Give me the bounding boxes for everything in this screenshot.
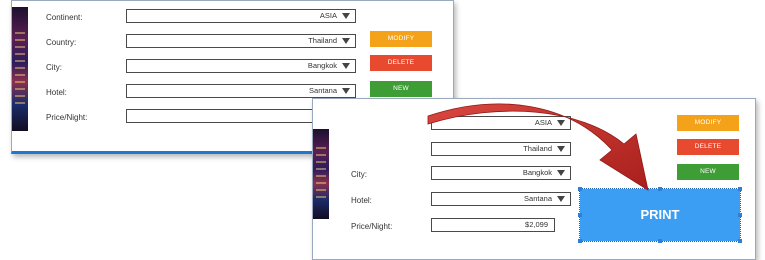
city-value: Bangkok — [307, 61, 337, 70]
continent-label: Continent: — [46, 13, 83, 22]
chevron-down-icon — [557, 120, 565, 126]
delete-button[interactable]: DELETE — [370, 55, 432, 71]
hotel-value: Santana — [309, 86, 337, 95]
country-dropdown[interactable]: Thailand — [431, 142, 571, 156]
new-button[interactable]: NEW — [370, 81, 432, 97]
chevron-down-icon — [557, 146, 565, 152]
city-label: City: — [351, 170, 367, 179]
city-image — [12, 7, 28, 131]
hotel-label: Hotel: — [46, 88, 67, 97]
continent-value: ASIA — [534, 118, 552, 127]
city-dropdown[interactable]: Bangkok — [126, 59, 356, 73]
price-night-label: Price/Night: — [351, 222, 393, 231]
hotel-value: Santana — [524, 194, 552, 203]
modify-button[interactable]: MODIFY — [370, 31, 432, 47]
chevron-down-icon — [342, 13, 350, 19]
price-field[interactable]: $2,099 — [431, 218, 555, 232]
new-button[interactable]: NEW — [677, 164, 739, 180]
country-value: Thailand — [523, 144, 552, 153]
country-dropdown[interactable]: Thailand — [126, 34, 356, 48]
hotel-dropdown[interactable]: Santana — [431, 192, 571, 206]
chevron-down-icon — [342, 88, 350, 94]
chevron-down-icon — [557, 170, 565, 176]
continent-dropdown[interactable]: ASIA — [126, 9, 356, 23]
chevron-down-icon — [342, 38, 350, 44]
continent-value: ASIA — [319, 11, 337, 20]
country-label: Country: — [46, 38, 77, 47]
resize-handle[interactable] — [738, 213, 742, 217]
continent-dropdown[interactable]: ASIA — [431, 116, 571, 130]
resize-handle[interactable] — [658, 239, 662, 243]
country-value: Thailand — [308, 36, 337, 45]
resize-handle[interactable] — [658, 187, 662, 191]
city-value: Bangkok — [522, 168, 552, 177]
print-button-enlarged[interactable]: PRINT — [579, 188, 741, 242]
city-label: City: — [46, 63, 62, 72]
modify-button[interactable]: MODIFY — [677, 115, 739, 131]
resize-handle[interactable] — [578, 213, 582, 217]
hotel-dropdown[interactable]: Santana — [126, 84, 356, 98]
resize-handle[interactable] — [578, 187, 582, 191]
hotel-label: Hotel: — [351, 196, 372, 205]
delete-button[interactable]: DELETE — [677, 139, 739, 155]
resize-handle[interactable] — [578, 239, 582, 243]
city-image — [313, 129, 329, 219]
resize-handle[interactable] — [738, 239, 742, 243]
price-night-label: Price/Night: — [46, 113, 88, 122]
price-field[interactable]: $2,099 — [126, 109, 342, 123]
city-dropdown[interactable]: Bangkok — [431, 166, 571, 180]
chevron-down-icon — [342, 63, 350, 69]
chevron-down-icon — [557, 196, 565, 202]
resize-handle[interactable] — [738, 187, 742, 191]
